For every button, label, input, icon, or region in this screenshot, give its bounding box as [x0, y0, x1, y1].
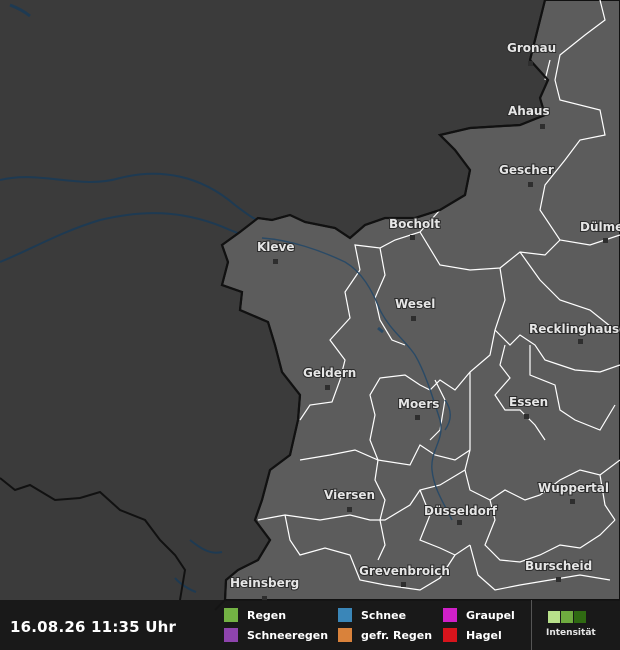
legend-item-schnee: Schnee	[338, 607, 406, 623]
map-canvas: Gronau Ahaus Gescher Bocholt Dülmen Klev…	[0, 0, 620, 650]
weather-map[interactable]: Gronau Ahaus Gescher Bocholt Dülmen Klev…	[0, 0, 620, 650]
legend-item-schneeregen: Schneeregen	[224, 627, 328, 643]
legend-swatch	[338, 628, 352, 642]
city-dot	[457, 520, 462, 525]
city-dot	[540, 124, 545, 129]
legend-item-regen: Regen	[224, 607, 286, 623]
city-dot	[415, 415, 420, 420]
city-label: Wuppertal	[538, 481, 609, 495]
city-label: Ahaus	[508, 104, 550, 118]
legend-swatch	[443, 608, 457, 622]
intensity-label: Intensität	[546, 628, 596, 638]
city-label: Moers	[398, 397, 439, 411]
intensity-scale: Intensität	[531, 600, 596, 650]
city-label: Heinsberg	[230, 576, 299, 590]
city-label: Dülmen	[580, 220, 620, 234]
city-label: Wesel	[395, 297, 435, 311]
legend-swatch	[224, 608, 238, 622]
city-dot	[524, 414, 529, 419]
city-dot	[410, 235, 415, 240]
legend-label: Hagel	[466, 628, 502, 642]
city-dot	[556, 577, 561, 582]
legend-bar: 16.08.26 11:35 Uhr Regen Schneeregen Sch…	[0, 600, 620, 650]
timestamp: 16.08.26 11:35 Uhr	[10, 618, 177, 636]
city-dot	[528, 182, 533, 187]
legend-item-graupel: Graupel	[443, 607, 515, 623]
city-label: Recklinghausen	[529, 322, 620, 336]
legend-item-hagel: Hagel	[443, 627, 502, 643]
legend-label: Regen	[247, 608, 287, 622]
city-label: Viersen	[324, 488, 375, 502]
city-dot	[578, 339, 583, 344]
city-dot	[603, 238, 608, 243]
legend-item-gefr-regen: gefr. Regen	[338, 627, 432, 643]
intensity-swatches	[548, 611, 587, 623]
legend-label: Schnee	[361, 608, 407, 622]
city-dot	[570, 499, 575, 504]
legend-swatch	[224, 628, 238, 642]
legend-swatch	[338, 608, 352, 622]
city-label: Geldern	[303, 366, 356, 380]
city-label: Grevenbroich	[359, 564, 450, 578]
intensity-swatch	[561, 611, 573, 623]
city-label: Düsseldorf	[424, 504, 498, 518]
legend-swatch	[443, 628, 457, 642]
city-dot	[347, 507, 352, 512]
city-label: Gronau	[507, 41, 556, 55]
city-dot	[528, 61, 533, 66]
city-dot	[401, 582, 406, 587]
city-label: Essen	[509, 395, 548, 409]
intensity-swatch	[548, 611, 560, 623]
city-label: Kleve	[257, 240, 295, 254]
legend-label: Schneeregen	[247, 628, 329, 642]
intensity-swatch	[574, 611, 586, 623]
city-dot	[411, 316, 416, 321]
city-label: Bocholt	[389, 217, 440, 231]
city-dot	[325, 385, 330, 390]
city-label: Burscheid	[525, 559, 592, 573]
city-dot	[273, 259, 278, 264]
legend-label: gefr. Regen	[361, 628, 433, 642]
legend-label: Graupel	[466, 608, 515, 622]
city-label: Gescher	[499, 163, 554, 177]
